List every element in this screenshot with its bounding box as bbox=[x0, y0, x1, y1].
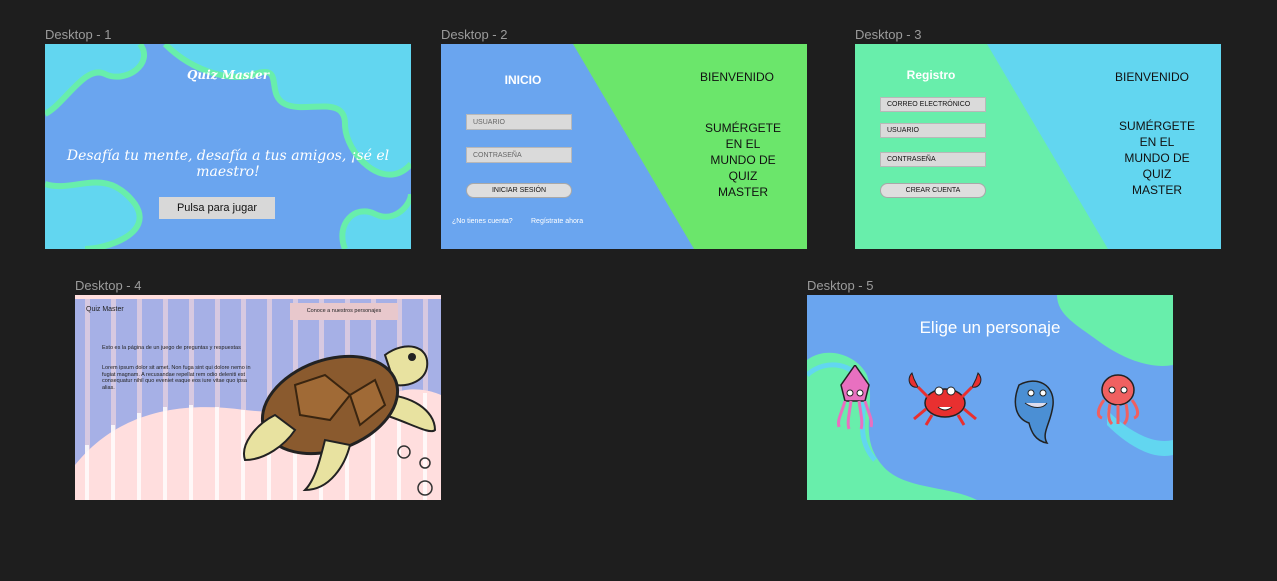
desktop-3-frame: Registro CORREO ELECTRÓNICO USUARIO CONT… bbox=[855, 44, 1221, 249]
d3-slogan-line: MASTER bbox=[1131, 183, 1182, 197]
frame-label-desktop-2: Desktop - 2 bbox=[441, 27, 508, 42]
d4-lorem-text: Lorem ipsum dolor sit amet. Non fuga sin… bbox=[102, 365, 251, 391]
characters-button[interactable]: Conoce a nuestros personajes bbox=[290, 303, 398, 320]
d3-slogan-line: EN EL bbox=[1139, 135, 1175, 149]
d2-slogan-line: MASTER bbox=[717, 185, 768, 199]
password-input[interactable]: CONTRASEÑA bbox=[880, 152, 986, 167]
d2-slogan-line: MUNDO DE bbox=[710, 153, 776, 167]
d4-intro-text: Esto es la página de un juego de pregunt… bbox=[102, 345, 241, 351]
d5-title: Elige un personaje bbox=[919, 318, 1061, 337]
d1-tagline: Desafía tu mente, desafía a tus amigos, … bbox=[66, 148, 390, 180]
desktop-4-frame: Quiz Master Conoce a nuestros personajes… bbox=[75, 295, 441, 500]
crab-character[interactable] bbox=[904, 365, 986, 427]
register-heading: Registro bbox=[906, 68, 956, 82]
d2-slogan-line: QUIZ bbox=[728, 169, 758, 183]
d3-slogan-line: QUIZ bbox=[1142, 167, 1172, 181]
frame-label-desktop-4: Desktop - 4 bbox=[75, 278, 142, 293]
no-account-text: ¿No tienes cuenta? bbox=[452, 218, 513, 225]
desktop-5-frame: Elige un personaje bbox=[807, 295, 1173, 500]
d2-slogan: SUMÉRGETE EN EL MUNDO DE QUIZ MASTER bbox=[683, 120, 803, 200]
frame-label-desktop-5: Desktop - 5 bbox=[807, 278, 874, 293]
desktop-2-frame: INICIO USUARIO CONTRASEÑA INICIAR SESIÓN… bbox=[441, 44, 807, 249]
register-link[interactable]: Regístrate ahora bbox=[531, 218, 583, 225]
login-heading: INICIO bbox=[504, 73, 542, 87]
frame-label-desktop-1: Desktop - 1 bbox=[45, 27, 112, 42]
frame-label-desktop-3: Desktop - 3 bbox=[855, 27, 922, 42]
dolphin-character[interactable] bbox=[1007, 375, 1061, 445]
d3-slogan: SUMÉRGETE EN EL MUNDO DE QUIZ MASTER bbox=[1097, 118, 1217, 198]
play-button[interactable]: Pulsa para jugar bbox=[159, 197, 275, 219]
desktop-1-frame: Quiz Master Desafía tu mente, desafía a … bbox=[45, 44, 411, 249]
password-input[interactable]: CONTRASEÑA bbox=[466, 147, 572, 163]
d3-slogan-line: MUNDO DE bbox=[1124, 151, 1190, 165]
bubbles-decoration bbox=[397, 445, 433, 496]
octopus-character[interactable] bbox=[1094, 372, 1142, 426]
username-input[interactable]: USUARIO bbox=[466, 114, 572, 130]
create-account-button[interactable]: CREAR CUENTA bbox=[880, 183, 986, 198]
login-button[interactable]: INICIAR SESIÓN bbox=[466, 183, 572, 198]
d1-title: Quiz Master bbox=[186, 68, 270, 82]
d2-slogan-line: EN EL bbox=[725, 137, 761, 151]
username-input[interactable]: USUARIO bbox=[880, 123, 986, 138]
d3-welcome: BIENVENIDO bbox=[1114, 70, 1189, 84]
squid-character[interactable] bbox=[835, 365, 875, 431]
d3-slogan-line: SUMÉRGETE bbox=[1118, 119, 1195, 133]
d2-welcome: BIENVENIDO bbox=[699, 70, 774, 84]
d4-brand: Quiz Master bbox=[86, 306, 124, 313]
d2-slogan-line: SUMÉRGETE bbox=[704, 121, 781, 135]
email-input[interactable]: CORREO ELECTRÓNICO bbox=[880, 97, 986, 112]
